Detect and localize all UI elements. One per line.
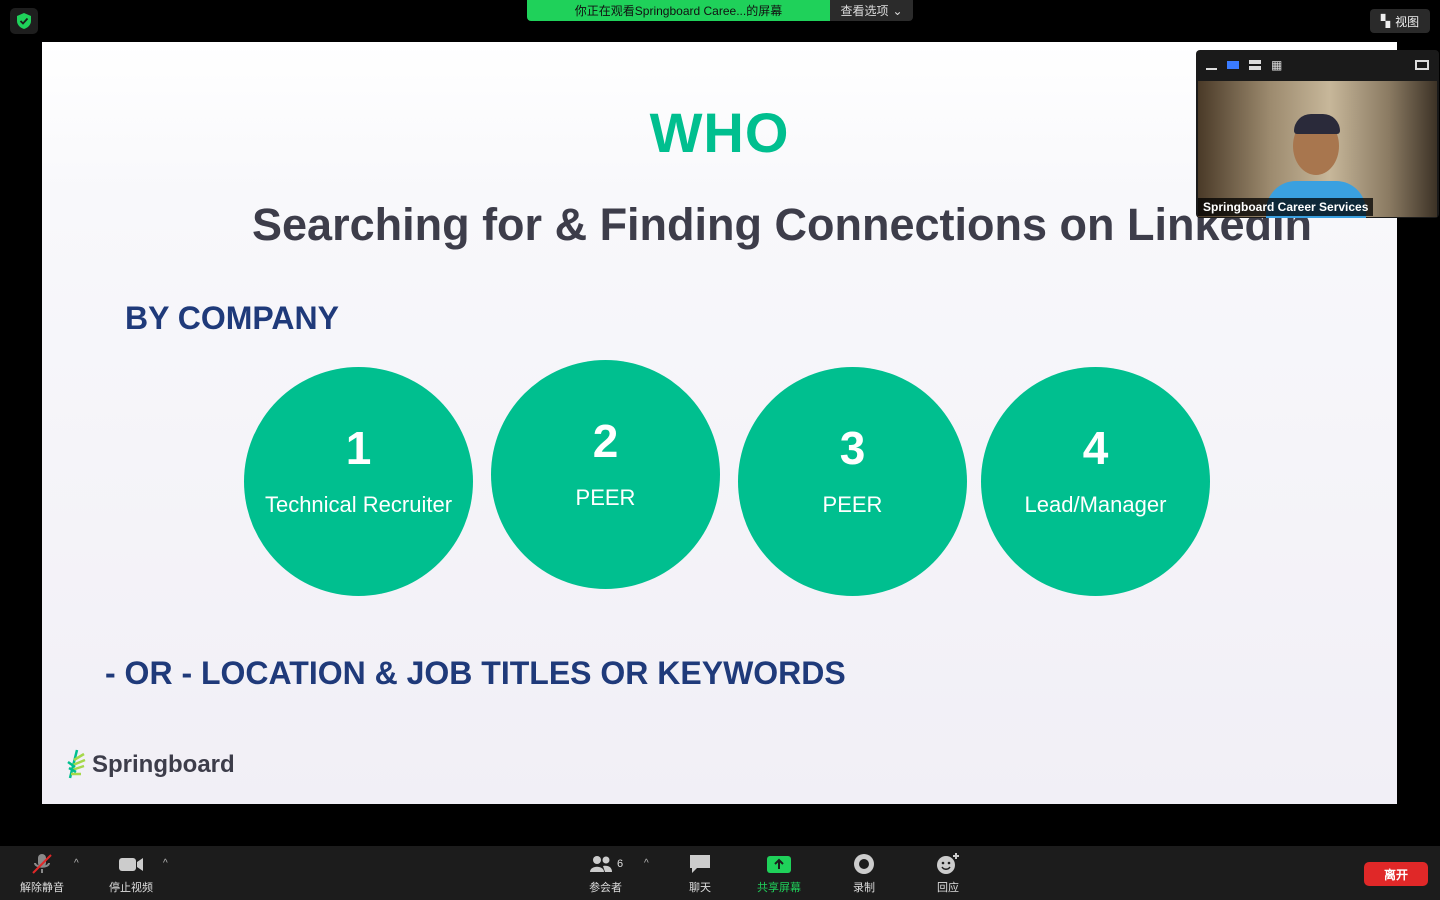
circle-number: 4 — [1082, 422, 1109, 474]
share-screen-icon — [767, 856, 791, 873]
stop-video-label: 停止视频 — [109, 882, 153, 894]
share-screen-label: 共享屏幕 — [757, 882, 801, 894]
shared-slide: WHO Searching for & Finding Connections … — [42, 42, 1397, 804]
reactions-label: 回应 — [937, 882, 959, 894]
smiley-plus-icon — [937, 853, 959, 874]
participants-button[interactable]: 6 参会者 — [588, 852, 623, 895]
participants-caret-icon[interactable]: ^ — [644, 858, 649, 869]
stop-video-button[interactable]: 停止视频 — [109, 852, 153, 895]
stack-view-icon[interactable] — [1249, 60, 1261, 70]
unmute-button[interactable]: 解除静音 — [20, 852, 64, 895]
speaker-video-feed — [1198, 81, 1437, 218]
minimize-icon[interactable] — [1206, 68, 1217, 70]
chevron-down-icon: ⌄ — [892, 3, 903, 18]
view-button[interactable]: ▚ 视图 — [1370, 9, 1430, 33]
speaker-video-window[interactable]: ▦ Springboard Career Services — [1196, 50, 1439, 218]
participant-name: Springboard Career Services — [1198, 198, 1374, 216]
participants-label: 参会者 — [589, 882, 623, 894]
circle-technical-recruiter: 1 Technical Recruiter — [244, 367, 473, 596]
grid-view-icon: ▚ — [1380, 14, 1391, 28]
circle-label: PEER — [822, 492, 883, 517]
view-button-label: 视图 — [1395, 14, 1420, 29]
speaker-cap — [1294, 114, 1340, 134]
circle-label: Lead/Manager — [1024, 492, 1167, 517]
muted-mic-icon — [32, 854, 52, 874]
chat-bubble-icon — [690, 855, 710, 873]
participants-icon — [590, 856, 612, 872]
video-window-controls: ▦ — [1196, 50, 1439, 80]
single-view-icon[interactable] — [1227, 61, 1239, 69]
slide-title: WHO — [649, 101, 790, 164]
video-camera-icon — [119, 858, 143, 871]
circle-label: Technical Recruiter — [264, 492, 453, 517]
security-shield-icon[interactable] — [10, 8, 38, 34]
chat-label: 聊天 — [689, 882, 711, 894]
unmute-label: 解除静音 — [20, 882, 64, 894]
video-options-caret-icon[interactable]: ^ — [163, 858, 168, 869]
slide-subtitle: Searching for & Finding Connections on L… — [252, 199, 1313, 250]
leave-meeting-button[interactable]: 离开 — [1364, 862, 1428, 886]
springboard-leaf-icon — [67, 749, 86, 779]
alternative-search-line: - OR - LOCATION & JOB TITLES OR KEYWORDS — [105, 655, 846, 691]
logo-wordmark: Springboard — [92, 751, 235, 778]
circle-number: 1 — [345, 422, 372, 474]
view-options-label: 查看选项 — [840, 4, 889, 18]
circle-peer-1: 2 PEER — [491, 360, 720, 589]
circle-number: 3 — [839, 422, 866, 474]
chat-button[interactable]: 聊天 — [687, 852, 713, 895]
share-banner: 你正在观看Springboard Caree...的屏幕 查看选项 ⌄ — [527, 0, 913, 21]
reactions-button[interactable]: 回应 — [935, 852, 961, 895]
gallery-view-icon[interactable]: ▦ — [1271, 59, 1282, 71]
circle-lead-manager: 4 Lead/Manager — [981, 367, 1210, 596]
participants-count: 6 — [617, 858, 624, 870]
meeting-toolbar: 解除静音 停止视频 6 参会者 聊天 共享屏幕 录制 回应 — [0, 846, 1440, 900]
record-label: 录制 — [853, 882, 875, 894]
circle-peer-2: 3 PEER — [738, 367, 967, 596]
audio-options-caret-icon[interactable]: ^ — [74, 858, 79, 869]
record-button[interactable]: 录制 — [852, 852, 876, 895]
exit-fullscreen-icon[interactable] — [1415, 60, 1429, 70]
share-screen-button[interactable]: 共享屏幕 — [757, 852, 801, 895]
viewing-label: 你正在观看Springboard Caree...的屏幕 — [527, 0, 830, 21]
record-icon — [854, 854, 874, 874]
springboard-logo: Springboard — [66, 748, 235, 782]
section-heading: BY COMPANY — [125, 300, 339, 336]
circle-label: PEER — [575, 485, 636, 510]
view-options-button[interactable]: 查看选项 ⌄ — [830, 0, 913, 21]
circle-number: 2 — [592, 415, 619, 467]
